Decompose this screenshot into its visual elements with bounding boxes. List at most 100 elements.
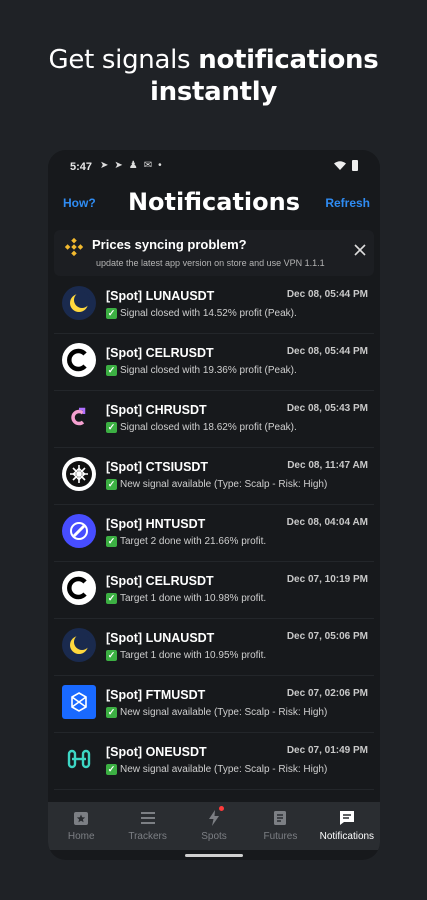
status-bar: 5:47 ➤ ➤ ♟ ✉ •: [48, 158, 380, 178]
check-icon: ✓: [106, 308, 117, 319]
notification-row[interactable]: [Spot] CELRUSDT Dec 08, 05:44 PM ✓ Signal…: [54, 334, 374, 391]
tab-trackers[interactable]: Trackers: [114, 802, 180, 850]
notification-time: Dec 08, 11:47 AM: [287, 460, 368, 471]
message-text: Signal closed with 14.52% profit (Peak).: [120, 308, 297, 319]
scroll-icon: [274, 811, 287, 825]
unread-badge: [218, 806, 224, 811]
notification-time: Dec 08, 05:44 PM: [286, 289, 368, 300]
check-icon: ✓: [106, 764, 117, 775]
ftm-logo: [62, 685, 96, 719]
pair-name: [Spot] HNTUSDT: [106, 517, 206, 531]
tab-label: Spots: [201, 831, 227, 842]
dot-icon: •: [158, 160, 162, 171]
check-icon: ✓: [106, 593, 117, 604]
check-icon: ✓: [106, 365, 117, 376]
notification-message: ✓ Signal closed with 14.52% profit (Peak)…: [106, 308, 297, 319]
tab-spots[interactable]: Spots: [181, 802, 247, 850]
chat-icon: [339, 811, 354, 825]
banner-subtitle: update the latest app version on store a…: [96, 258, 325, 268]
status-time: 5:47: [70, 161, 93, 173]
message-text: New signal available (Type: Scalp - Risk…: [120, 707, 328, 718]
luna-logo: [62, 628, 96, 662]
tab-home[interactable]: Home: [48, 802, 114, 850]
pair-name: [Spot] CELRUSDT: [106, 574, 214, 588]
notification-row[interactable]: [Spot] LUNAUSDT Dec 07, 05:06 PM ✓ Target…: [54, 619, 374, 676]
message-text: Target 1 done with 10.95% profit.: [120, 650, 267, 661]
celr-logo: [62, 571, 96, 605]
promo-line1-bold: notifications: [198, 45, 379, 75]
promo-headline: Get signals notifications instantly: [0, 44, 427, 108]
notification-row[interactable]: [Spot] HNTUSDT Dec 08, 04:04 AM ✓ Target …: [54, 505, 374, 562]
home-indicator[interactable]: [185, 854, 243, 857]
notification-message: ✓ Target 2 done with 21.66% profit.: [106, 536, 266, 547]
notification-row[interactable]: [Spot] LUNAUSDT Dec 08, 05:44 PM ✓ Signal…: [54, 277, 374, 334]
sync-warning-banner[interactable]: Prices syncing problem? update the lates…: [54, 230, 374, 276]
notification-time: Dec 07, 05:06 PM: [286, 631, 368, 642]
status-notification-icons: ➤ ➤ ♟ ✉ •: [100, 160, 162, 171]
battery-icon: [352, 160, 358, 171]
luna-logo: [62, 286, 96, 320]
pair-name: [Spot] ONEUSDT: [106, 745, 207, 759]
status-system-icons: [334, 160, 358, 171]
notification-message: ✓ Target 1 done with 10.98% profit.: [106, 593, 266, 604]
notification-row[interactable]: [Spot] CHRUSDT Dec 08, 05:43 PM ✓ Signal …: [54, 391, 374, 448]
check-icon: ✓: [106, 536, 117, 547]
message-text: Signal closed with 18.62% profit (Peak).: [120, 422, 297, 433]
notification-time: Dec 08, 05:43 PM: [286, 403, 368, 414]
notification-list: [Spot] LUNAUSDT Dec 08, 05:44 PM ✓ Signal…: [54, 277, 374, 790]
binance-icon: [64, 237, 84, 257]
pair-name: [Spot] LUNAUSDT: [106, 289, 215, 303]
celr-logo: [62, 343, 96, 377]
notification-time: Dec 07, 01:49 PM: [286, 745, 368, 756]
person-icon: ♟: [128, 160, 138, 171]
star-box-icon: [74, 812, 89, 825]
pair-name: [Spot] CTSIUSDT: [106, 460, 209, 474]
notification-time: Dec 08, 04:04 AM: [286, 517, 368, 528]
pair-name: [Spot] LUNAUSDT: [106, 631, 215, 645]
check-icon: ✓: [106, 422, 117, 433]
message-text: New signal available (Type: Scalp - Risk…: [120, 764, 328, 775]
phone-frame: 5:47 ➤ ➤ ♟ ✉ • How? Notifications Refres…: [48, 150, 380, 860]
notification-message: ✓ Target 1 done with 10.95% profit.: [106, 650, 266, 661]
notification-message: ✓ New signal available (Type: Scalp - Ris…: [106, 707, 327, 718]
notification-row[interactable]: [Spot] ONEUSDT Dec 07, 01:49 PM ✓ New sig…: [54, 733, 374, 790]
tab-notifications[interactable]: Notifications: [314, 802, 380, 850]
check-icon: ✓: [106, 650, 117, 661]
notification-message: ✓ New signal available (Type: Scalp - Ris…: [106, 479, 327, 490]
telegram-icon: ➤: [100, 160, 109, 171]
banner-title: Prices syncing problem?: [92, 237, 247, 252]
notification-message: ✓ New signal available (Type: Scalp - Ris…: [106, 764, 327, 775]
check-icon: ✓: [106, 479, 117, 490]
lightning-icon: [209, 810, 220, 826]
app-header: How? Notifications Refresh: [48, 184, 380, 220]
notification-message: ✓ Signal closed with 19.36% profit (Peak)…: [106, 365, 297, 376]
check-icon: ✓: [106, 707, 117, 718]
gmail-icon: ✉: [143, 160, 153, 171]
notification-row[interactable]: [Spot] CELRUSDT Dec 07, 10:19 PM ✓ Target…: [54, 562, 374, 619]
tab-label: Trackers: [128, 831, 167, 842]
tab-label: Notifications: [319, 831, 375, 842]
message-text: Signal closed with 19.36% profit (Peak).: [120, 365, 297, 376]
close-icon[interactable]: [352, 242, 368, 258]
promo-line1-normal: Get signals: [48, 45, 199, 75]
refresh-button[interactable]: Refresh: [325, 196, 370, 210]
ctsi-logo: [62, 457, 96, 491]
bottom-tab-bar: Home Trackers Spots Futures Notification…: [48, 802, 380, 850]
pair-name: [Spot] FTMUSDT: [106, 688, 206, 702]
wifi-icon: [334, 161, 346, 170]
notification-time: Dec 07, 02:06 PM: [286, 688, 368, 699]
pair-name: [Spot] CELRUSDT: [106, 346, 214, 360]
pair-name: [Spot] CHRUSDT: [106, 403, 207, 417]
tab-label: Futures: [263, 831, 298, 842]
tab-futures[interactable]: Futures: [247, 802, 313, 850]
one-logo: [62, 742, 96, 776]
notification-time: Dec 08, 05:44 PM: [286, 346, 368, 357]
app-screen: 5:47 ➤ ➤ ♟ ✉ • How? Notifications Refres…: [48, 150, 380, 857]
message-text: New signal available (Type: Scalp - Risk…: [120, 479, 328, 490]
notification-time: Dec 07, 10:19 PM: [286, 574, 368, 585]
notification-row[interactable]: [Spot] CTSIUSDT Dec 08, 11:47 AM ✓ New si…: [54, 448, 374, 505]
chr-logo: [62, 400, 96, 434]
notification-row[interactable]: [Spot] FTMUSDT Dec 07, 02:06 PM ✓ New sig…: [54, 676, 374, 733]
telegram-icon: ➤: [114, 160, 123, 171]
message-text: Target 1 done with 10.98% profit.: [120, 593, 267, 604]
